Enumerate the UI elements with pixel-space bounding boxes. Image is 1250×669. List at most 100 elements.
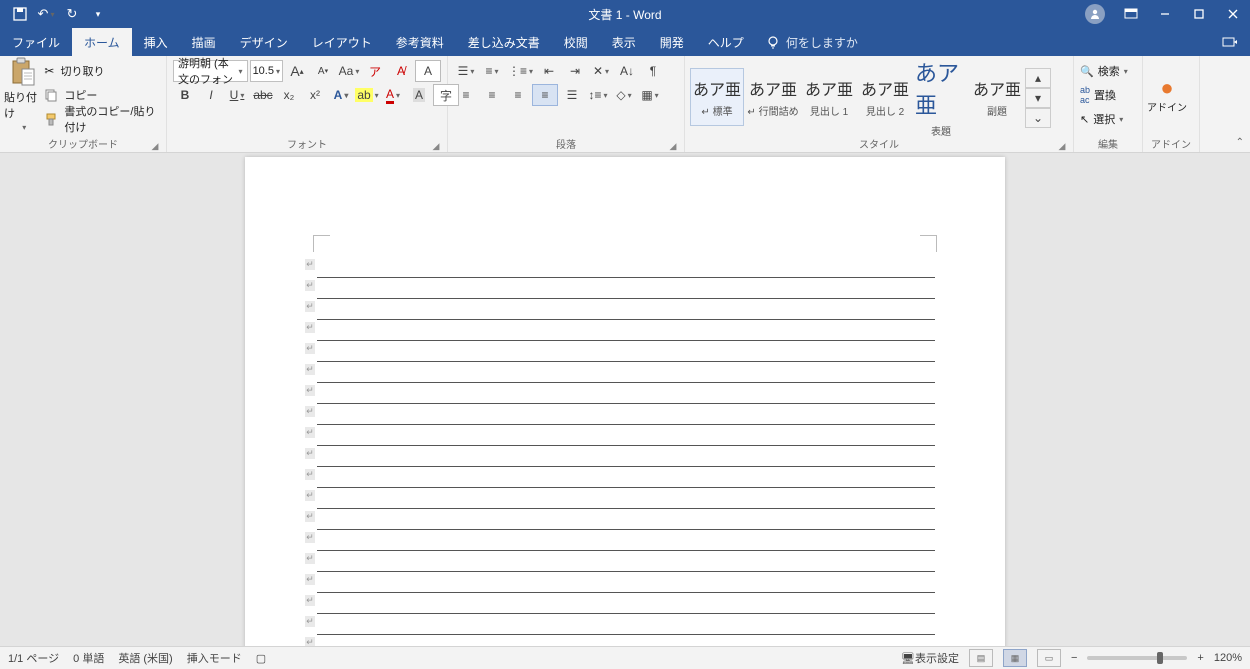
styles-up-icon[interactable]: ▴: [1025, 68, 1051, 88]
save-icon[interactable]: [10, 4, 30, 24]
line-spacing-button[interactable]: ↕≡▾: [586, 85, 610, 105]
redo-icon[interactable]: ↻: [62, 4, 82, 24]
tab-references[interactable]: 参考資料: [384, 28, 456, 56]
justify-button[interactable]: ≡: [532, 84, 558, 106]
minimize-icon[interactable]: [1148, 0, 1182, 28]
zoom-level[interactable]: 120%: [1214, 652, 1242, 664]
paragraph-dialog-launcher[interactable]: ◢: [668, 141, 678, 151]
align-right-button[interactable]: ≡: [506, 85, 530, 105]
tab-insert[interactable]: 挿入: [132, 28, 180, 56]
change-case-button[interactable]: Aa▾: [337, 61, 361, 81]
qat-customize-icon[interactable]: ▾: [88, 4, 108, 24]
char-shading-button[interactable]: A: [407, 85, 431, 105]
tab-help[interactable]: ヘルプ: [696, 28, 756, 56]
shading-button[interactable]: ◇▾: [612, 85, 636, 105]
decrease-indent-button[interactable]: ⇤: [537, 61, 561, 81]
style-nospacing[interactable]: あア亜 ↵ 行間詰め: [746, 68, 800, 126]
ribbon-display-icon[interactable]: [1114, 0, 1148, 28]
tab-view[interactable]: 表示: [600, 28, 648, 56]
page[interactable]: [245, 157, 1005, 646]
document-area[interactable]: [0, 153, 1250, 646]
grow-font-button[interactable]: A▴: [285, 61, 309, 81]
shrink-font-button[interactable]: A▾: [311, 61, 335, 81]
paste-label: 貼り付け: [4, 89, 42, 121]
clear-format-button[interactable]: A̸: [389, 61, 413, 81]
asian-layout-button[interactable]: ✕▾: [589, 61, 613, 81]
numbering-button[interactable]: ≡▾: [480, 61, 504, 81]
multilevel-button[interactable]: ⋮≡▾: [506, 61, 535, 81]
cut-label: 切り取り: [60, 63, 104, 79]
tab-home[interactable]: ホーム: [72, 28, 132, 56]
status-language[interactable]: 英語 (米国): [118, 650, 172, 666]
text-effects-button[interactable]: A▾: [329, 85, 353, 105]
zoom-thumb[interactable]: [1157, 652, 1163, 664]
zoom-in-button[interactable]: +: [1197, 652, 1203, 664]
account-icon[interactable]: [1080, 0, 1114, 28]
underline-button[interactable]: U▾: [225, 85, 249, 105]
increase-indent-button[interactable]: ⇥: [563, 61, 587, 81]
styles-gallery-scroll[interactable]: ▴ ▾ ⌄: [1025, 66, 1051, 128]
tab-review[interactable]: 校閲: [552, 28, 600, 56]
window-controls: [1080, 0, 1250, 28]
style-heading2[interactable]: あア亜 見出し 2: [858, 68, 912, 126]
close-icon[interactable]: [1216, 0, 1250, 28]
style-title[interactable]: あア亜 表題: [914, 68, 968, 126]
clipboard-dialog-launcher[interactable]: ◢: [150, 141, 160, 151]
tab-mailings[interactable]: 差し込み文書: [456, 28, 552, 56]
superscript-button[interactable]: x²: [303, 85, 327, 105]
sort-button[interactable]: A↓: [615, 61, 639, 81]
style-heading1[interactable]: あア亜 見出し 1: [802, 68, 856, 126]
style-subtitle[interactable]: あア亜 副題: [970, 68, 1024, 126]
tab-design[interactable]: デザイン: [228, 28, 300, 56]
addins-button[interactable]: ● アドイン: [1147, 58, 1187, 130]
tab-draw[interactable]: 描画: [180, 28, 228, 56]
macro-record-icon[interactable]: ▢: [256, 652, 266, 665]
format-painter-button[interactable]: 書式のコピー/貼り付け: [42, 108, 162, 130]
styles-more-icon[interactable]: ⌄: [1025, 108, 1051, 128]
status-insert-mode[interactable]: 挿入モード: [187, 650, 242, 666]
editing-group-label: 編集: [1098, 140, 1118, 151]
strikethrough-button[interactable]: abc: [251, 85, 275, 105]
status-words[interactable]: 0 単語: [73, 650, 104, 666]
highlight-button[interactable]: ab▾: [355, 85, 379, 105]
print-layout-button[interactable]: ▦: [1003, 649, 1027, 667]
distribute-button[interactable]: ☰: [560, 85, 584, 105]
style-normal[interactable]: あア亜 ↵ 標準: [690, 68, 744, 126]
subscript-button[interactable]: x₂: [277, 85, 301, 105]
undo-icon[interactable]: ↶▾: [36, 4, 56, 24]
web-layout-button[interactable]: ▭: [1037, 649, 1061, 667]
font-size-combo[interactable]: 10.5▾: [250, 60, 283, 82]
show-marks-button[interactable]: ¶: [641, 61, 665, 81]
select-button[interactable]: ↖選択▾: [1078, 108, 1130, 130]
font-name-combo[interactable]: 游明朝 (本文のフォン▾: [173, 60, 248, 82]
maximize-icon[interactable]: [1182, 0, 1216, 28]
find-button[interactable]: 🔍検索▾: [1078, 60, 1130, 82]
align-center-button[interactable]: ≡: [480, 85, 504, 105]
zoom-slider[interactable]: [1087, 656, 1187, 660]
align-left-button[interactable]: ≡: [454, 85, 478, 105]
tab-layout[interactable]: レイアウト: [300, 28, 384, 56]
cut-button[interactable]: ✂ 切り取り: [42, 60, 162, 82]
group-addins: ● アドイン アドイン: [1143, 56, 1200, 152]
zoom-out-button[interactable]: −: [1071, 652, 1077, 664]
status-page[interactable]: 1/1 ページ: [8, 650, 59, 666]
bullets-button[interactable]: ☰▾: [454, 61, 478, 81]
share-button[interactable]: [1210, 28, 1250, 56]
borders-button[interactable]: ▦▾: [638, 85, 662, 105]
tab-developer[interactable]: 開発: [648, 28, 696, 56]
tell-me[interactable]: 何をしますか: [756, 28, 858, 56]
collapse-ribbon-icon[interactable]: ⌃: [1236, 137, 1244, 148]
styles-down-icon[interactable]: ▾: [1025, 88, 1051, 108]
paste-button[interactable]: 貼り付け ▾: [4, 58, 42, 130]
replace-button[interactable]: abac置換: [1078, 84, 1130, 106]
read-mode-button[interactable]: ▤: [969, 649, 993, 667]
styles-dialog-launcher[interactable]: ◢: [1057, 141, 1067, 151]
italic-button[interactable]: I: [199, 85, 223, 105]
font-color-button[interactable]: A▾: [381, 85, 405, 105]
phonetic-guide-button[interactable]: ア: [363, 61, 387, 81]
tab-file[interactable]: ファイル: [0, 28, 72, 56]
display-settings-button[interactable]: 🖥表示設定: [901, 650, 959, 666]
bold-button[interactable]: B: [173, 85, 197, 105]
font-dialog-launcher[interactable]: ◢: [431, 141, 441, 151]
char-border-button[interactable]: A: [415, 60, 441, 82]
